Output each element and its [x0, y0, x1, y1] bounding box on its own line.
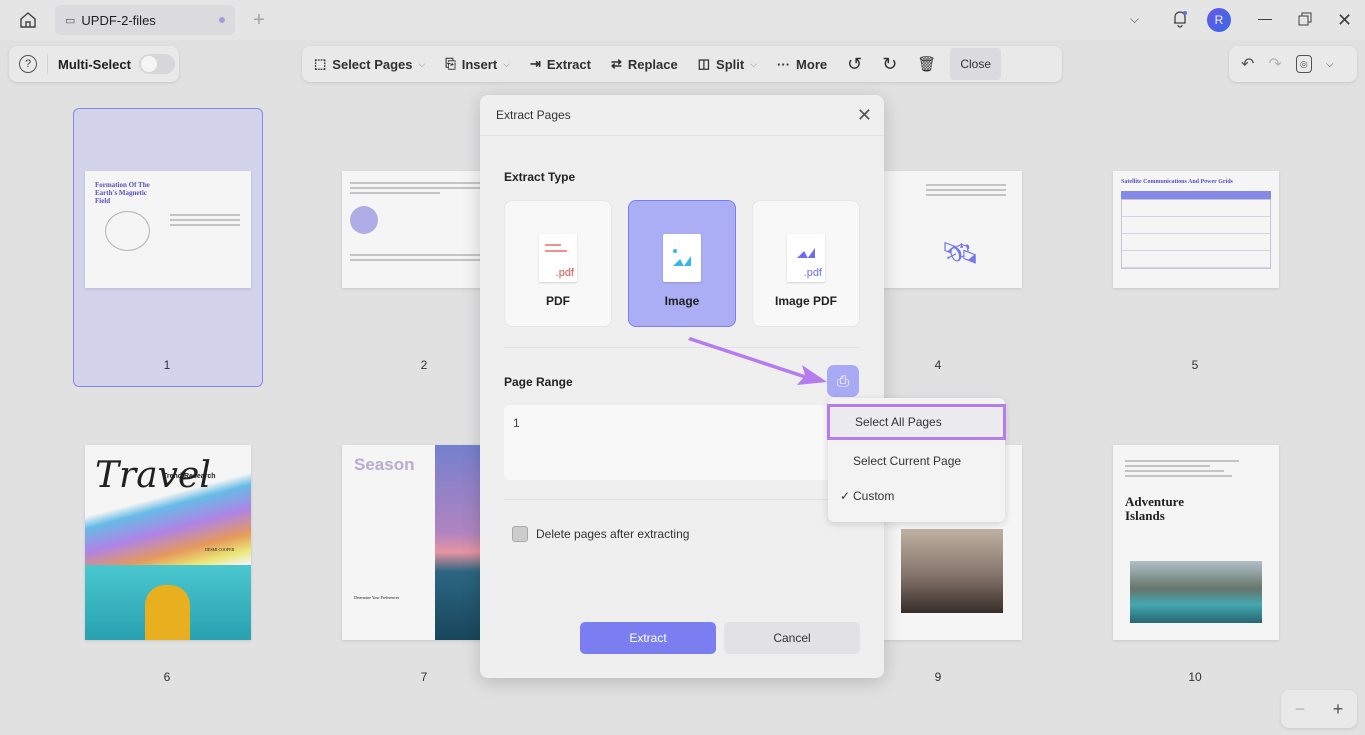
page-range-label: Page Range [504, 375, 573, 389]
page-range-menu: Select All Pages Select Current Page ✓ C… [828, 398, 1005, 522]
menu-item-custom[interactable]: ✓ Custom [828, 478, 1005, 514]
type-label: Image PDF [775, 294, 837, 308]
image-file-icon [663, 234, 701, 282]
annotation-arrow-icon [685, 333, 835, 388]
close-icon[interactable]: ✕ [857, 105, 872, 126]
menu-item-label: Custom [853, 489, 894, 503]
extract-pages-dialog: Extract Pages ✕ Extract Type .pdf PDF Im… [480, 95, 884, 678]
extract-type-label: Extract Type [504, 170, 575, 184]
cancel-button[interactable]: Cancel [724, 622, 860, 654]
menu-item-select-current-page[interactable]: Select Current Page [828, 443, 1005, 479]
menu-item-select-all-pages[interactable]: Select All Pages [827, 404, 1006, 440]
dialog-title: Extract Pages [496, 108, 571, 122]
page-select-icon: ⎙ [837, 373, 849, 390]
pdf-file-icon: .pdf [539, 234, 577, 282]
extract-button[interactable]: Extract [580, 622, 716, 654]
type-option-pdf[interactable]: .pdf PDF [504, 200, 612, 327]
type-option-image[interactable]: Image [628, 200, 736, 327]
delete-pages-label: Delete pages after extracting [536, 527, 689, 541]
image-pdf-file-icon: .pdf [787, 234, 825, 282]
delete-pages-checkbox[interactable] [512, 526, 528, 542]
type-label: PDF [546, 294, 570, 308]
type-label: Image [665, 294, 700, 308]
page-range-input[interactable]: 1 [504, 405, 860, 480]
check-icon: ✓ [840, 489, 850, 503]
page-range-options-button[interactable]: ⎙ [827, 365, 859, 397]
type-option-image-pdf[interactable]: .pdf Image PDF [752, 200, 860, 327]
